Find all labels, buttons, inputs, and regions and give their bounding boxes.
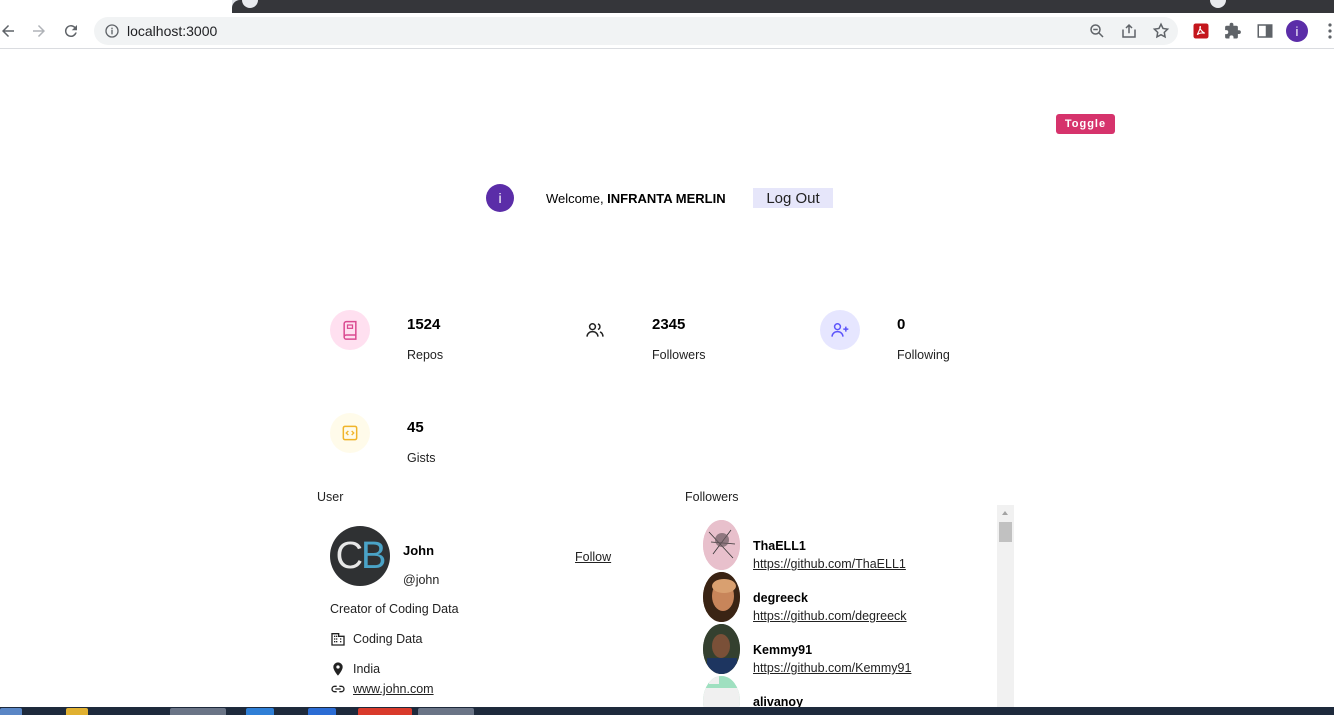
github-user-name: John bbox=[403, 543, 435, 558]
followers-section-title: Followers bbox=[685, 490, 739, 504]
repos-stat-icon-wrap bbox=[330, 310, 370, 350]
follower-avatar-image bbox=[703, 676, 740, 707]
gists-count: 45 bbox=[407, 419, 424, 436]
repos-label: Repos bbox=[407, 348, 444, 362]
users-icon bbox=[586, 323, 604, 337]
zoom-icon[interactable] bbox=[1088, 22, 1106, 40]
follower-avatar-image bbox=[703, 572, 740, 622]
welcome-prefix: Welcome, bbox=[546, 191, 608, 206]
followers-stat-icon-wrap bbox=[575, 310, 615, 350]
follower-item: degreeck https://github.com/degreeck bbox=[703, 572, 1003, 624]
start-button[interactable] bbox=[0, 708, 22, 715]
bookmark-star-icon[interactable] bbox=[1152, 22, 1170, 40]
follower-avatar bbox=[703, 624, 740, 674]
tab-strip bbox=[0, 0, 1334, 13]
gists-stat-icon-wrap bbox=[330, 413, 370, 453]
follower-item: ThaELL1 https://github.com/ThaELL1 bbox=[703, 520, 1003, 572]
github-user-avatar: CB bbox=[330, 526, 390, 586]
follower-avatar bbox=[703, 520, 740, 570]
followers-label: Followers bbox=[652, 348, 706, 362]
follower-url[interactable]: https://github.com/Kemmy91 bbox=[753, 661, 911, 675]
taskbar-app-item[interactable] bbox=[418, 708, 474, 715]
taskbar-app-item[interactable] bbox=[170, 708, 226, 715]
profile-avatar[interactable]: i bbox=[1286, 20, 1308, 42]
logout-button[interactable]: Log Out bbox=[753, 188, 833, 208]
gists-label: Gists bbox=[407, 451, 436, 465]
follower-avatar bbox=[703, 572, 740, 622]
browser-menu-icon[interactable] bbox=[1322, 23, 1334, 39]
pdf-extension-icon[interactable] bbox=[1192, 22, 1210, 40]
follower-login: degreeck bbox=[753, 591, 808, 605]
reload-button[interactable] bbox=[59, 19, 83, 43]
welcome-user-name: INFRANTA MERLIN bbox=[607, 191, 726, 206]
toggle-button[interactable]: Toggle bbox=[1056, 114, 1115, 134]
blog-link[interactable]: www.john.com bbox=[353, 682, 434, 696]
location-row: India bbox=[330, 661, 380, 677]
following-count: 0 bbox=[897, 316, 906, 333]
follower-item: alivanoy bbox=[703, 676, 1003, 707]
forward-arrow-icon bbox=[33, 25, 45, 37]
follower-item: Kemmy91 https://github.com/Kemmy91 bbox=[703, 624, 1003, 676]
tab-search-icon[interactable] bbox=[1210, 0, 1226, 8]
github-user-bio: Creator of Coding Data bbox=[330, 602, 459, 616]
browser-toolbar: localhost:3000 i bbox=[0, 13, 1334, 49]
follower-avatar-image bbox=[703, 520, 740, 570]
info-icon[interactable] bbox=[104, 23, 120, 39]
url-text[interactable]: localhost:3000 bbox=[127, 23, 217, 39]
follower-url[interactable]: https://github.com/degreeck bbox=[753, 609, 907, 623]
link-icon bbox=[331, 685, 345, 693]
taskbar-app-item[interactable] bbox=[246, 708, 274, 715]
taskbar-app-item[interactable] bbox=[308, 708, 336, 715]
repos-count: 1524 bbox=[407, 316, 441, 333]
followers-list[interactable]: ThaELL1 https://github.com/ThaELL1 degre… bbox=[685, 505, 1014, 707]
os-taskbar bbox=[0, 707, 1334, 715]
book-icon bbox=[343, 320, 357, 340]
follower-login: ThaELL1 bbox=[753, 539, 806, 553]
follower-avatar-image bbox=[703, 624, 740, 674]
blog-row: www.john.com bbox=[330, 681, 434, 697]
following-label: Following bbox=[897, 348, 950, 362]
side-panel-icon[interactable] bbox=[1256, 22, 1274, 40]
followers-scrollbar[interactable] bbox=[997, 505, 1014, 707]
welcome-message: Welcome, INFRANTA MERLIN bbox=[546, 191, 726, 206]
follower-login: Kemmy91 bbox=[753, 643, 813, 657]
forward-button[interactable] bbox=[27, 19, 51, 43]
github-user-handle: @john bbox=[403, 573, 440, 587]
taskbar-chrome-item[interactable] bbox=[358, 708, 412, 715]
company-row: Coding Data bbox=[330, 631, 423, 647]
tab-strip-background bbox=[232, 0, 1334, 13]
building-icon bbox=[331, 633, 345, 646]
map-pin-icon bbox=[333, 662, 343, 676]
extensions-puzzle-icon[interactable] bbox=[1224, 22, 1242, 40]
address-bar[interactable]: localhost:3000 bbox=[94, 17, 1178, 45]
following-stat-icon-wrap bbox=[820, 310, 860, 350]
reload-icon bbox=[64, 25, 77, 38]
follower-avatar bbox=[703, 676, 740, 707]
scroll-up-arrow-icon[interactable] bbox=[1002, 511, 1008, 515]
user-section-title: User bbox=[317, 490, 344, 504]
code-icon bbox=[342, 425, 358, 441]
follow-link[interactable]: Follow bbox=[575, 550, 611, 564]
tab-active[interactable] bbox=[0, 0, 232, 13]
follower-url[interactable]: https://github.com/ThaELL1 bbox=[753, 557, 906, 571]
scroll-thumb[interactable] bbox=[999, 522, 1012, 542]
user-avatar: i bbox=[486, 184, 514, 212]
new-tab-icon[interactable] bbox=[242, 0, 258, 8]
follower-login: alivanoy bbox=[753, 695, 804, 707]
back-arrow-icon bbox=[2, 25, 14, 37]
share-icon[interactable] bbox=[1120, 22, 1138, 40]
company-text: Coding Data bbox=[353, 632, 423, 646]
location-text: India bbox=[353, 662, 381, 676]
followers-count: 2345 bbox=[652, 316, 686, 333]
back-button[interactable] bbox=[0, 19, 20, 43]
user-plus-icon bbox=[831, 323, 849, 337]
taskbar-explorer-icon[interactable] bbox=[66, 708, 88, 715]
